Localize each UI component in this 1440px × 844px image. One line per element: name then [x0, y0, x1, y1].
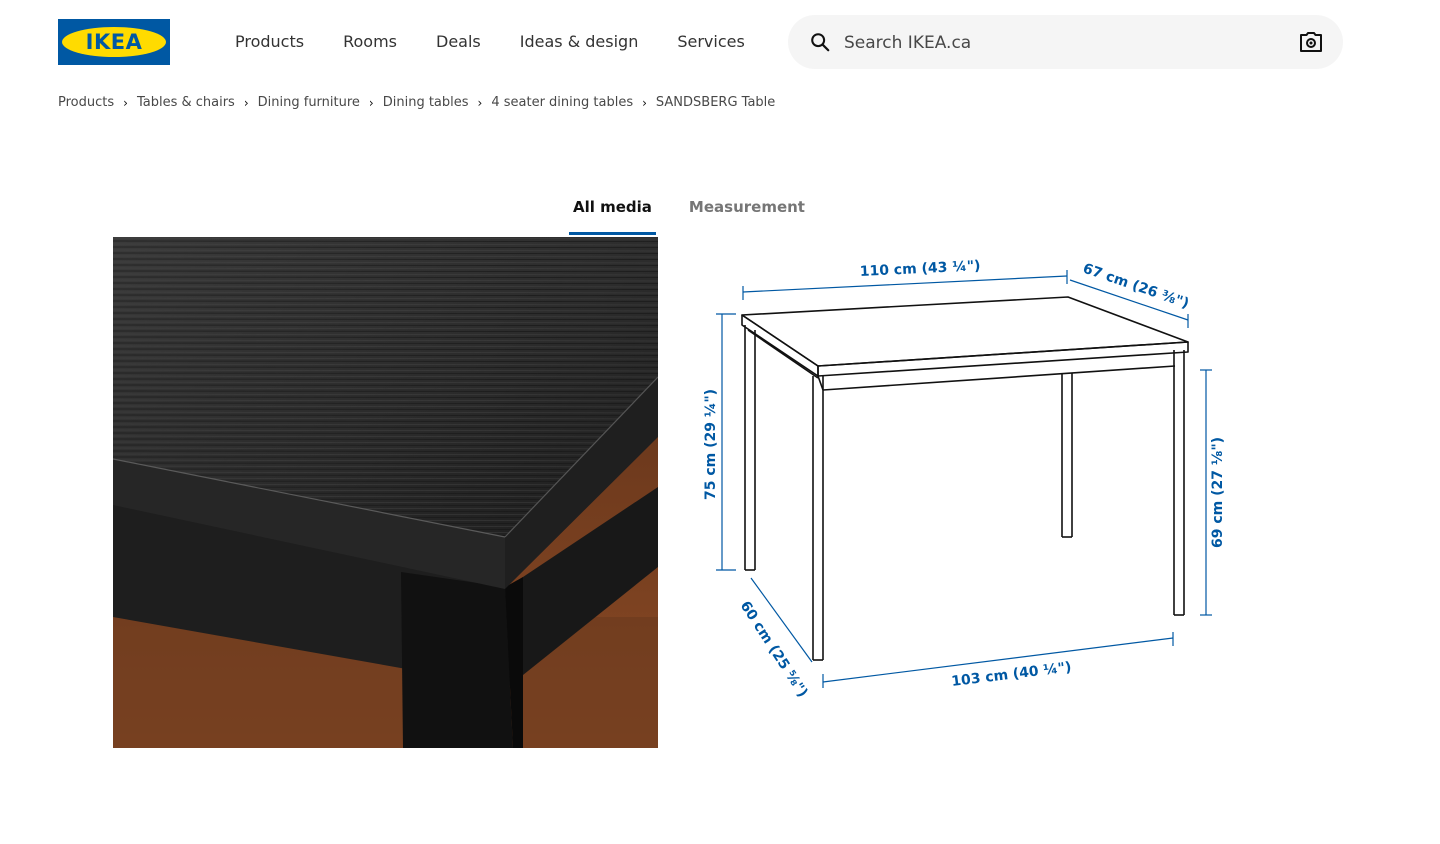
dim-leg-height-label: 69 cm (27 ⅛") [1210, 437, 1226, 548]
breadcrumb-dining-furniture[interactable]: Dining furniture [258, 95, 360, 110]
dim-width-label: 110 cm (43 ¼") [859, 258, 980, 280]
search-input[interactable] [842, 29, 1276, 57]
chevron-right-icon: › [243, 95, 249, 110]
chevron-right-icon: › [123, 95, 128, 110]
chevron-right-icon: › [368, 95, 374, 110]
dim-depth-top-label: 67 cm (26 ⅜") [1081, 261, 1191, 312]
nav-products[interactable]: Products [235, 30, 304, 54]
chevron-right-icon: › [477, 95, 483, 110]
breadcrumb-products[interactable]: Products [58, 95, 114, 110]
nav-services[interactable]: Services [677, 30, 744, 54]
search-bar[interactable] [788, 15, 1343, 69]
media-tabs: All media Measurement [569, 196, 805, 236]
chevron-right-icon: › [642, 95, 647, 110]
tab-measurement[interactable]: Measurement [689, 196, 805, 234]
dim-depth-base-label: 60 cm (25 ⅝") [737, 598, 811, 700]
logo-oval: IKEA [62, 27, 166, 57]
measurement-diagram[interactable]: 110 cm (43 ¼") 67 cm (26 ⅜") 75 cm (29 ¼… [690, 245, 1250, 705]
tab-all-media[interactable]: All media [569, 196, 656, 235]
breadcrumb-current: SANDSBERG Table [655, 95, 776, 110]
search-icon [811, 33, 830, 52]
camera-icon[interactable] [1299, 32, 1323, 52]
table-photo-image [113, 237, 658, 748]
logo-text: IKEA [85, 30, 143, 54]
product-photo[interactable] [113, 237, 658, 748]
nav-deals[interactable]: Deals [436, 30, 481, 54]
breadcrumb-dining-tables[interactable]: Dining tables [383, 95, 469, 110]
ikea-logo[interactable]: IKEA [58, 19, 170, 65]
nav-ideas-design[interactable]: Ideas & design [520, 30, 639, 54]
breadcrumb-tables-chairs[interactable]: Tables & chairs [137, 95, 235, 110]
breadcrumb-4-seater[interactable]: 4 seater dining tables [491, 95, 633, 110]
dim-height-label: 75 cm (29 ¼") [703, 389, 719, 500]
main-nav: Products Rooms Deals Ideas & design Serv… [235, 30, 784, 54]
table-dimensions-drawing: 110 cm (43 ¼") 67 cm (26 ⅜") 75 cm (29 ¼… [703, 258, 1226, 700]
nav-rooms[interactable]: Rooms [343, 30, 397, 54]
breadcrumb: Products › Tables & chairs › Dining furn… [58, 95, 775, 110]
